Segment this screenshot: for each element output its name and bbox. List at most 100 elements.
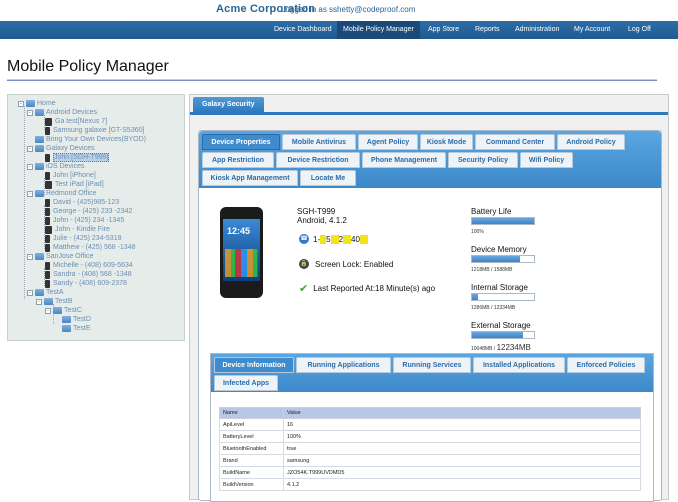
tree-node-device[interactable]: Samsung galaxie [GT-S5360] <box>45 126 144 135</box>
table-cell: BuildVersion <box>219 478 284 491</box>
tree-node-device[interactable]: David - (425)985-123 <box>45 198 119 207</box>
folder-icon <box>35 289 44 296</box>
collapse-icon[interactable]: - <box>27 145 33 152</box>
collapse-icon[interactable]: - <box>36 298 42 305</box>
tree-node-device[interactable]: John [iPhone] <box>45 171 96 180</box>
tab-wifi-policy[interactable]: Wifi Policy <box>520 152 573 168</box>
tab-android-policy[interactable]: Android Policy <box>557 134 625 150</box>
device-model: SGH-T999 <box>297 207 336 216</box>
device-tree-panel: - Home - Android Devices Ga test[Nexus 7… <box>7 94 185 341</box>
nav-mobile-policy-manager[interactable]: Mobile Policy Manager <box>337 21 420 39</box>
collapse-icon[interactable]: - <box>27 190 33 197</box>
tree-node-device[interactable]: Sandy - (408) 609-2378 <box>45 279 127 288</box>
device-phone-number: ☎ 1- 5 2 40 <box>299 233 368 245</box>
phone-icon <box>45 216 50 225</box>
title-divider <box>7 79 657 81</box>
table-cell: ApiLevel <box>219 418 284 431</box>
top-header: Acme Corporation Logged in as sshetty@co… <box>0 0 678 20</box>
app-icons <box>225 249 258 277</box>
battery-label: Battery Life <box>471 207 512 216</box>
phone-icon <box>45 270 50 279</box>
collapse-icon[interactable]: - <box>27 109 33 116</box>
tab-running-services[interactable]: Running Services <box>393 357 471 373</box>
tab-mobile-antivirus[interactable]: Mobile Antivirus <box>282 134 356 150</box>
battery-value: 100% <box>471 229 484 235</box>
screen-lock-status: 🔒 Screen Lock: Enabled <box>299 259 394 269</box>
tree-node-device[interactable]: Michelle - (408) 609-5634 <box>45 261 133 270</box>
tree-node-device[interactable]: John - Kindle Fire <box>45 225 110 234</box>
table-row: BuildVersion 4.1.2 <box>219 478 641 491</box>
tree-node-galaxy-devices[interactable]: - Galaxy Devices <box>27 144 95 153</box>
table-cell: 4.1.2 <box>283 478 641 491</box>
tree-node-testb[interactable]: - TestB <box>36 297 73 306</box>
tree-node-device[interactable]: Sandra - (408) 568 -1348 <box>45 270 132 279</box>
table-cell: JZO54K.T999UVDMD5 <box>283 466 641 479</box>
tree-node-device[interactable]: Ga test[Nexus 7] <box>45 117 107 126</box>
tree-node-testa[interactable]: - TestA <box>27 288 64 297</box>
column-header: Name <box>219 407 284 419</box>
tab-device-restriction[interactable]: Device Restriction <box>276 152 360 168</box>
collapse-icon[interactable]: - <box>27 289 33 296</box>
folder-icon <box>35 145 44 152</box>
tree-node-byod[interactable]: Bring Your Own Devices(BYOD) <box>27 135 146 144</box>
nav-log-off[interactable]: Log Off <box>622 21 657 39</box>
tab-kiosk-mode[interactable]: Kiosk Mode <box>420 134 473 150</box>
collapse-icon[interactable]: - <box>45 307 51 314</box>
tablet-icon <box>45 180 52 189</box>
tab-infected-apps[interactable]: Infected Apps <box>214 375 278 391</box>
tab-installed-applications[interactable]: Installed Applications <box>473 357 565 373</box>
nav-my-account[interactable]: My Account <box>568 21 616 39</box>
tab-locate-me[interactable]: Locate Me <box>300 170 356 186</box>
tab-app-restriction[interactable]: App Restriction <box>202 152 274 168</box>
battery-bar <box>471 217 535 225</box>
tree-node-device[interactable]: George - (425) 233 -2342 <box>45 207 132 216</box>
tree-node-testc[interactable]: - TestC <box>45 306 82 315</box>
device-photo: 12:45 <box>220 207 263 298</box>
folder-icon <box>53 307 62 314</box>
tree-node-android-devices[interactable]: - Android Devices <box>27 108 97 117</box>
tab-device-information[interactable]: Device Information <box>214 357 294 373</box>
tab-security-policy[interactable]: Security Policy <box>448 152 518 168</box>
tab-command-center[interactable]: Command Center <box>475 134 555 150</box>
collapse-icon[interactable]: - <box>27 253 33 260</box>
tab-device-properties[interactable]: Device Properties <box>202 134 280 150</box>
panel-title-tab[interactable]: Galaxy Security <box>193 97 264 112</box>
tree-node-home[interactable]: - Home <box>18 99 56 108</box>
nav-device-dashboard[interactable]: Device Dashboard <box>268 21 338 39</box>
table-row: ApiLevel 16 <box>219 418 641 431</box>
phone-icon <box>45 234 50 243</box>
tree-node-device[interactable]: John - (425) 234 -1345 <box>45 216 124 225</box>
tree-node-ios-devices[interactable]: - iOS Devices <box>27 162 85 171</box>
collapse-icon[interactable]: - <box>27 163 33 170</box>
tab-running-applications[interactable]: Running Applications <box>296 357 391 373</box>
folder-icon <box>62 325 71 332</box>
tab-agent-policy[interactable]: Agent Policy <box>358 134 418 150</box>
tab-phone-management[interactable]: Phone Management <box>362 152 446 168</box>
device-info-table: Name Value ApiLevel 16 BatteryLevel 100% B… <box>219 407 641 491</box>
tree-node-teste[interactable]: TestE <box>62 324 91 333</box>
tab-kiosk-app-management[interactable]: Kiosk App Management <box>202 170 298 186</box>
tree-node-device[interactable]: Matthew - (425) 568 -1348 <box>45 243 136 252</box>
tree-node-sanjose-office[interactable]: - SanJose Office <box>27 252 93 261</box>
device-os: Android, 4.1.2 <box>297 216 347 225</box>
nav-administration[interactable]: Administration <box>509 21 565 39</box>
tree-node-device-selected[interactable]: John [SGH-T999] <box>45 153 110 162</box>
tree-node-device[interactable]: Julie - (425) 234-5318 <box>45 234 122 243</box>
phone-icon <box>45 153 50 162</box>
tab-enforced-policies[interactable]: Enforced Policies <box>567 357 645 373</box>
tree-node-device[interactable]: Test iPad [iPad] <box>45 180 104 189</box>
collapse-icon[interactable]: - <box>18 100 24 107</box>
phone-icon <box>45 207 50 216</box>
nav-app-store[interactable]: App Store <box>422 21 465 39</box>
nav-reports[interactable]: Reports <box>469 21 506 39</box>
tree-node-testd[interactable]: TestD <box>62 315 91 324</box>
table-header-row: Name Value <box>219 407 641 419</box>
phone-icon <box>45 243 50 252</box>
table-cell: true <box>283 442 641 455</box>
folder-icon <box>35 163 44 170</box>
policy-tabs-container: Device Properties Mobile Antivirus Agent… <box>198 130 662 502</box>
panel-header-bar <box>190 112 668 115</box>
device-info-container: Device Information Running Applications … <box>210 353 654 502</box>
tree-node-redmond-office[interactable]: - Redmond Office <box>27 189 96 198</box>
internal-storage-fill <box>472 294 479 300</box>
